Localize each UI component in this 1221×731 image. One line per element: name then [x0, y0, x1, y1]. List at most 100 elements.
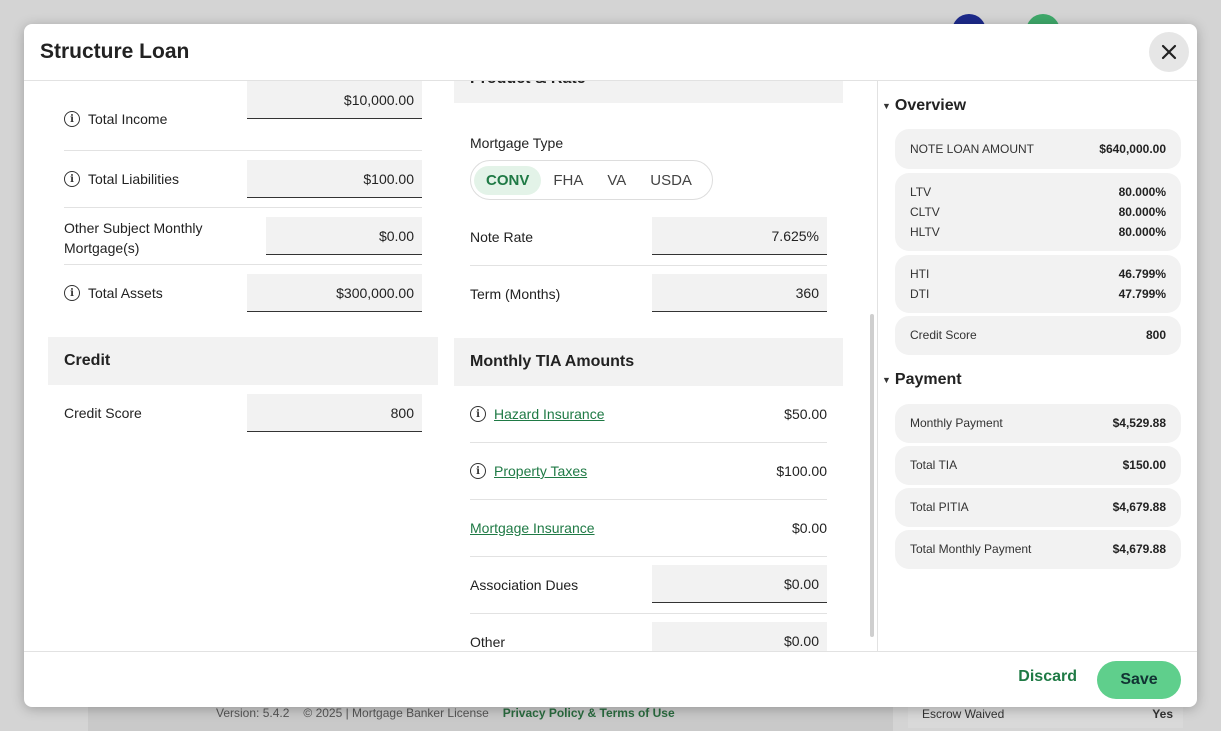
hltv-label: HLTV: [910, 225, 940, 239]
mortgage-type-va[interactable]: VA: [595, 166, 638, 195]
mortgage-insurance-row: Mortgage Insurance: [470, 508, 595, 548]
dti-label: DTI: [910, 287, 930, 301]
payment-header[interactable]: ▼ Payment: [882, 371, 962, 389]
total-assets-label: Total Assets: [88, 285, 163, 301]
association-dues-label: Association Dues: [470, 577, 579, 593]
total-pitia-card: Total PITIA $4,679.88: [895, 488, 1181, 527]
total-assets-field[interactable]: $300,000.00: [247, 274, 422, 312]
modal-title: Structure Loan: [40, 40, 190, 63]
info-icon[interactable]: i: [470, 463, 486, 479]
property-taxes-value: $100.00: [776, 463, 827, 479]
monthly-payment-card: Monthly Payment $4,529.88: [895, 404, 1181, 443]
overview-header[interactable]: ▼ Overview: [882, 97, 966, 115]
total-monthly-payment-card: Total Monthly Payment $4,679.88: [895, 530, 1181, 569]
escrow-value: Yes: [1152, 707, 1173, 721]
total-tia-value: $150.00: [1122, 458, 1166, 472]
total-pitia-value: $4,679.88: [1112, 500, 1166, 514]
total-income-field[interactable]: $10,000.00: [247, 81, 422, 119]
credit-score-card: Credit Score 800: [895, 316, 1181, 355]
property-taxes-link[interactable]: Property Taxes: [494, 463, 587, 479]
divider: [470, 265, 827, 266]
note-loan-card: NOTE LOAN AMOUNT $640,000.00: [895, 129, 1181, 169]
credit-score-row: Credit Score: [64, 393, 142, 433]
mortgage-insurance-value: $0.00: [791, 520, 827, 536]
total-tia-card: Total TIA $150.00: [895, 446, 1181, 485]
credit-score-summary-label: Credit Score: [910, 328, 977, 342]
hazard-insurance-link[interactable]: Hazard Insurance: [494, 406, 605, 422]
total-liabilities-field[interactable]: $100.00: [247, 160, 422, 198]
mortgage-type-conv[interactable]: CONV: [474, 165, 542, 195]
privacy-link[interactable]: Privacy Policy & Terms of Use: [503, 706, 675, 720]
cltv-value: 80.000%: [1118, 205, 1166, 219]
mortgage-type-selector: CONV FHA VA USDA: [470, 160, 713, 200]
mortgage-type-fha[interactable]: FHA: [541, 166, 595, 195]
other-label: Other: [470, 634, 506, 650]
note-rate-label: Note Rate: [470, 229, 534, 245]
cltv-label: CLTV: [910, 205, 940, 219]
monthly-payment-label: Monthly Payment: [910, 416, 1003, 430]
credit-score-label: Credit Score: [64, 405, 142, 421]
total-income-row: i Total Income: [64, 99, 167, 139]
info-icon[interactable]: i: [470, 406, 486, 422]
total-liabilities-label: Total Liabilities: [88, 171, 180, 187]
escrow-label: Escrow Waived: [922, 707, 1005, 721]
summary-panel: ▼ Overview NOTE LOAN AMOUNT $640,000.00 L…: [877, 81, 1197, 651]
other-mortgage-row: Other Subject Monthly Mortgage(s): [64, 216, 244, 260]
credit-section-header: Credit: [48, 337, 438, 385]
loan-form: i Total Income $10,000.00 i Total Liabilit…: [24, 81, 876, 651]
scrollbar[interactable]: [870, 314, 874, 637]
divider: [470, 613, 827, 614]
note-loan-label: NOTE LOAN AMOUNT: [910, 142, 1035, 156]
ltv-label: LTV: [910, 185, 932, 199]
divider: [470, 556, 827, 557]
info-icon[interactable]: i: [64, 285, 80, 301]
divider: [470, 442, 827, 443]
product-rate-section-header: Product & Rate: [454, 81, 843, 103]
info-icon[interactable]: i: [64, 171, 80, 187]
divider: [64, 264, 422, 265]
total-income-label: Total Income: [88, 111, 168, 127]
other-mortgage-field[interactable]: $0.00: [266, 217, 422, 255]
discard-button[interactable]: Discard: [1018, 668, 1077, 686]
info-icon[interactable]: i: [64, 111, 80, 127]
term-field[interactable]: 360: [652, 274, 827, 312]
other-mortgage-label: Other Subject Monthly Mortgage(s): [64, 220, 203, 256]
ltv-card: LTV 80.000% CLTV 80.000% HLTV 80.000%: [895, 173, 1181, 251]
divider: [64, 150, 422, 151]
other-row: Other: [470, 622, 505, 651]
term-label: Term (Months): [470, 286, 561, 302]
total-assets-row: i Total Assets: [64, 273, 163, 313]
total-tia-label: Total TIA: [910, 458, 958, 472]
association-dues-field[interactable]: $0.00: [652, 565, 827, 603]
divider: [64, 207, 422, 208]
monthly-payment-value: $4,529.88: [1112, 416, 1166, 430]
mortgage-type-usda[interactable]: USDA: [638, 166, 704, 195]
total-pitia-label: Total PITIA: [910, 500, 969, 514]
ltv-value: 80.000%: [1118, 185, 1166, 199]
note-rate-field[interactable]: 7.625%: [652, 217, 827, 255]
version-text: Version: 5.4.2: [216, 706, 290, 720]
save-button[interactable]: Save: [1097, 661, 1181, 699]
overview-title: Overview: [894, 97, 967, 114]
close-button[interactable]: [1149, 32, 1189, 72]
payment-title: Payment: [894, 371, 962, 388]
note-loan-value: $640,000.00: [1099, 142, 1166, 156]
caret-down-icon: ▼: [882, 101, 891, 111]
hti-label: HTI: [910, 267, 930, 281]
modal-footer: Discard Save: [24, 651, 1197, 707]
hazard-insurance-value: $50.00: [784, 406, 827, 422]
other-field[interactable]: $0.00: [652, 622, 827, 651]
total-liabilities-row: i Total Liabilities: [64, 159, 179, 199]
mortgage-insurance-link[interactable]: Mortgage Insurance: [470, 520, 595, 536]
note-rate-row: Note Rate: [470, 217, 533, 257]
structure-loan-modal: Structure Loan i Total Income $10,000.00 …: [24, 24, 1197, 707]
credit-score-field[interactable]: 800: [247, 394, 422, 432]
dti-value: 47.799%: [1118, 287, 1166, 301]
hazard-insurance-row: i Hazard Insurance: [470, 394, 605, 434]
mortgage-type-label: Mortgage Type: [470, 135, 564, 151]
tia-section-header: Monthly TIA Amounts: [454, 338, 843, 386]
term-row: Term (Months): [470, 274, 560, 314]
license-text: © 2025 | Mortgage Banker License: [303, 706, 489, 720]
association-dues-row: Association Dues: [470, 565, 578, 605]
caret-down-icon: ▼: [882, 375, 891, 385]
